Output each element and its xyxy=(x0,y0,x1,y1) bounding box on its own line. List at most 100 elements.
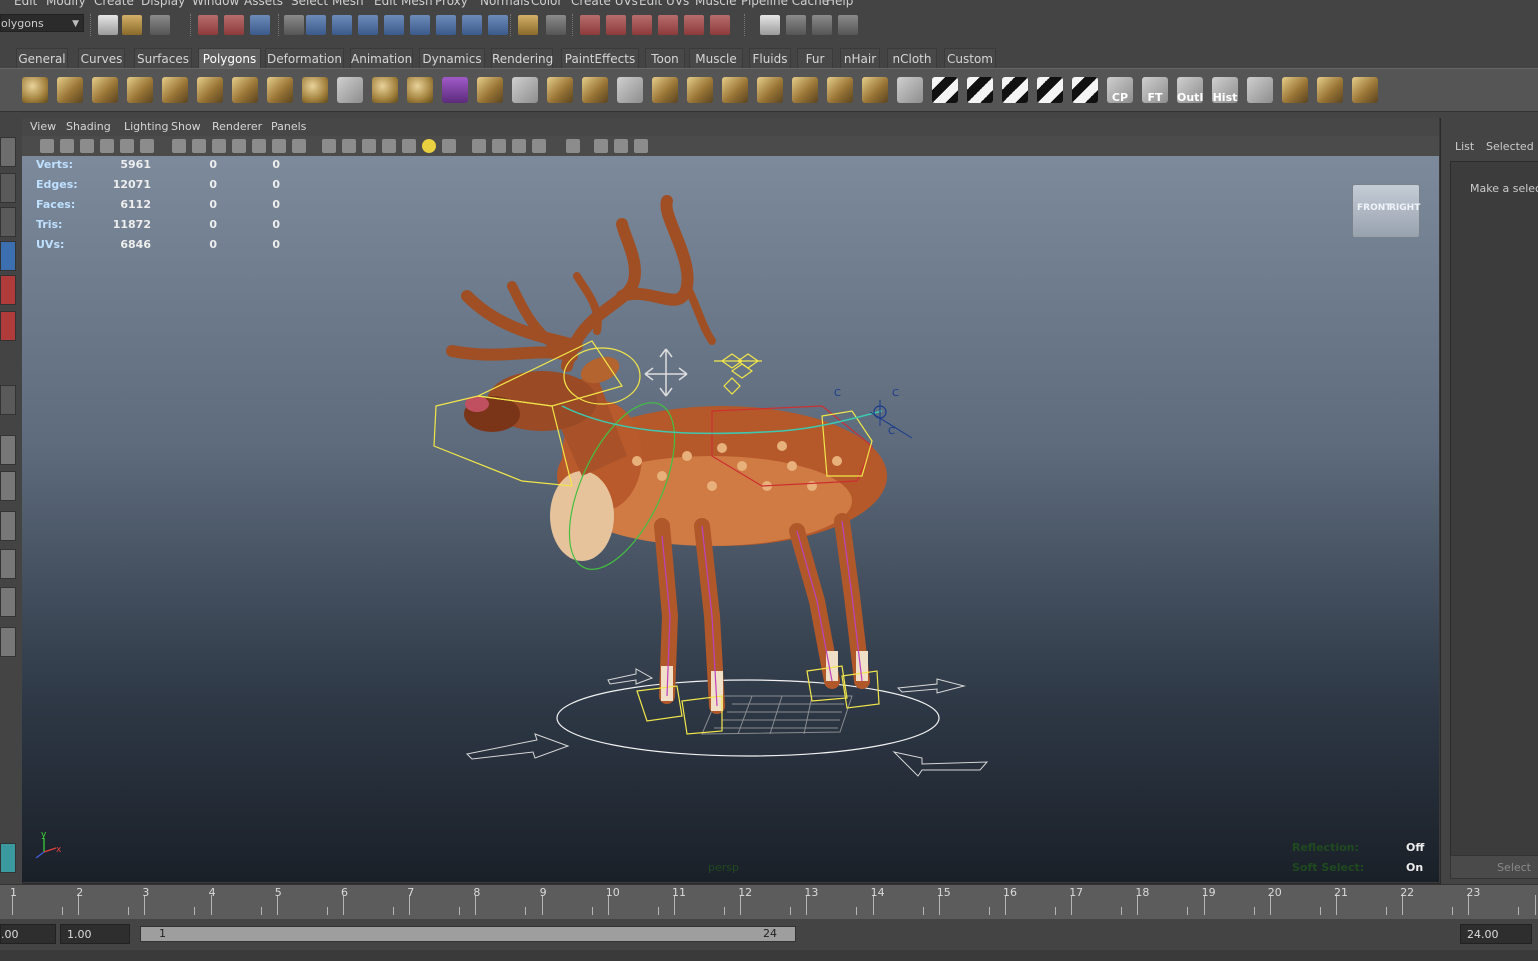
tab-curves[interactable]: Curves xyxy=(78,48,125,68)
render-settings-icon[interactable] xyxy=(838,15,858,35)
range-bar[interactable]: 1 24 xyxy=(140,926,796,942)
tab-general[interactable]: General xyxy=(16,48,68,68)
panel-tool-19-icon[interactable] xyxy=(422,139,436,153)
menu-help[interactable]: Help xyxy=(826,0,853,8)
menu-set-dropdown[interactable]: olygons ▼ xyxy=(0,14,84,32)
panel-tool-12-icon[interactable] xyxy=(272,139,286,153)
view-cube[interactable]: FRONT RIGHT xyxy=(1352,184,1420,238)
panel-tool-25-icon[interactable] xyxy=(566,139,580,153)
shelf-pipe-icon[interactable] xyxy=(267,77,293,103)
shelf-bevel-icon[interactable] xyxy=(792,77,818,103)
shelf-triangulate-icon[interactable] xyxy=(862,77,888,103)
menu-select[interactable]: Select xyxy=(291,0,328,8)
snap-point-icon[interactable] xyxy=(358,15,378,35)
menu-create-uvs[interactable]: Create UVs xyxy=(571,0,638,8)
custom-layout-icon[interactable] xyxy=(0,843,16,873)
panel-tool-24-icon[interactable] xyxy=(532,139,546,153)
shelf-separate-icon[interactable] xyxy=(372,77,398,103)
select-tool-icon[interactable] xyxy=(0,137,16,167)
shelf-cone-icon[interactable] xyxy=(127,77,153,103)
tab-list[interactable]: List xyxy=(1455,140,1474,153)
panel-tool-14-icon[interactable] xyxy=(322,139,336,153)
panel-tool-16-icon[interactable] xyxy=(362,139,376,153)
panel-menu-renderer[interactable]: Renderer xyxy=(212,120,262,133)
tab-nhair[interactable]: nHair xyxy=(840,48,880,68)
shelf-uv-planar-icon[interactable] xyxy=(932,77,958,103)
tab-toon[interactable]: Toon xyxy=(645,48,685,68)
paint-weights-icon[interactable] xyxy=(658,15,678,35)
layout-single-icon[interactable] xyxy=(0,435,16,465)
end-time-field[interactable]: 24.00 xyxy=(1460,924,1532,944)
render-icon[interactable] xyxy=(462,15,482,35)
panel-tool-1-icon[interactable] xyxy=(40,139,54,153)
panel-tool-6-icon[interactable] xyxy=(140,139,154,153)
shelf-hist-icon[interactable]: Hist xyxy=(1212,77,1238,104)
menu-window[interactable]: Window xyxy=(192,0,239,8)
panel-tool-26-icon[interactable] xyxy=(594,139,608,153)
shelf-ft-icon[interactable]: FT xyxy=(1142,77,1168,104)
panel-tool-13-icon[interactable] xyxy=(292,139,306,153)
save-scene-icon[interactable] xyxy=(150,15,170,35)
shelf-plane-icon[interactable] xyxy=(162,77,188,103)
ipr-render-icon[interactable] xyxy=(812,15,832,35)
select-button[interactable]: Select xyxy=(1450,855,1538,879)
playback-start-field[interactable]: 1.00 xyxy=(60,924,130,944)
shelf-combine-icon[interactable] xyxy=(337,77,363,103)
tab-deformation[interactable]: Deformation xyxy=(265,48,344,68)
paint-select-tool-icon[interactable] xyxy=(0,207,16,237)
panel-tool-15-icon[interactable] xyxy=(342,139,356,153)
shelf-cube-icon[interactable] xyxy=(57,77,83,103)
move-tool-icon[interactable] xyxy=(0,241,16,271)
command-line[interactable] xyxy=(0,950,1538,961)
shelf-smooth-icon[interactable] xyxy=(407,77,433,103)
tab-surfaces[interactable]: Surfaces xyxy=(134,48,192,68)
tab-ncloth[interactable]: nCloth xyxy=(887,48,937,68)
select-hierarchy-icon[interactable] xyxy=(198,15,218,35)
open-scene-icon[interactable] xyxy=(122,15,142,35)
menu-edit[interactable]: Edit xyxy=(14,0,37,8)
shelf-torus-icon[interactable] xyxy=(197,77,223,103)
panel-tool-10-icon[interactable] xyxy=(232,139,246,153)
joint-tool-icon[interactable] xyxy=(606,15,626,35)
shelf-fill-hole-icon[interactable] xyxy=(827,77,853,103)
menu-create[interactable]: Create xyxy=(94,0,134,8)
layout-graph-icon[interactable] xyxy=(0,587,16,617)
bind-skin-icon[interactable] xyxy=(632,15,652,35)
shelf-cp-icon[interactable]: CP xyxy=(1107,77,1133,104)
panel-tool-7-icon[interactable] xyxy=(172,139,186,153)
panel-menu-lighting[interactable]: Lighting xyxy=(124,120,168,133)
menu-display[interactable]: Display xyxy=(141,0,185,8)
snap-view-plane-icon[interactable] xyxy=(384,15,404,35)
persp-viewport[interactable]: Verts: 5961 0 0 Edges: 12071 0 0 Faces: 6112 0 0 Tri… xyxy=(22,156,1439,882)
menu-edit-uvs[interactable]: Edit UVs xyxy=(639,0,689,8)
panel-tool-11-icon[interactable] xyxy=(252,139,266,153)
tab-animation[interactable]: Animation xyxy=(350,48,413,68)
time-slider[interactable]: 1 2 3 4 5 6 7 8 9 10 11 12 13 14 15 16 17 18 19 20 21 22 23 xyxy=(0,884,1538,919)
ik-handle-icon[interactable] xyxy=(580,15,600,35)
shelf-uv-checker-icon[interactable] xyxy=(1072,77,1098,103)
make-live-icon[interactable] xyxy=(410,15,430,35)
tab-dynamics[interactable]: Dynamics xyxy=(419,48,485,68)
shelf-extract-icon[interactable] xyxy=(477,77,503,103)
tab-muscle[interactable]: Muscle xyxy=(689,48,743,68)
panel-menu-shading[interactable]: Shading xyxy=(66,120,111,133)
panel-tool-18-icon[interactable] xyxy=(402,139,416,153)
shelf-extrude-icon[interactable] xyxy=(547,77,573,103)
shelf-offset-loop-icon[interactable] xyxy=(722,77,748,103)
tab-fluids[interactable]: Fluids xyxy=(749,48,791,68)
shelf-outl-icon[interactable]: Outl xyxy=(1177,77,1203,104)
mirror-weights-icon[interactable] xyxy=(684,15,704,35)
shelf-soccer-ball-icon[interactable] xyxy=(302,77,328,103)
panel-menu-show[interactable]: Show xyxy=(171,120,201,133)
panel-tool-20-icon[interactable] xyxy=(442,139,456,153)
render-view-icon[interactable] xyxy=(760,15,780,35)
menu-assets[interactable]: Assets xyxy=(244,0,283,8)
shelf-merge-icon[interactable] xyxy=(757,77,783,103)
selection-mask-icon[interactable] xyxy=(284,15,304,35)
panel-tool-5-icon[interactable] xyxy=(120,139,134,153)
render-current-icon[interactable] xyxy=(786,15,806,35)
menu-proxy[interactable]: Proxy xyxy=(435,0,468,8)
shelf-append-icon[interactable] xyxy=(617,77,643,103)
menu-color[interactable]: Color xyxy=(531,0,562,8)
panel-menu-view[interactable]: View xyxy=(30,120,56,133)
